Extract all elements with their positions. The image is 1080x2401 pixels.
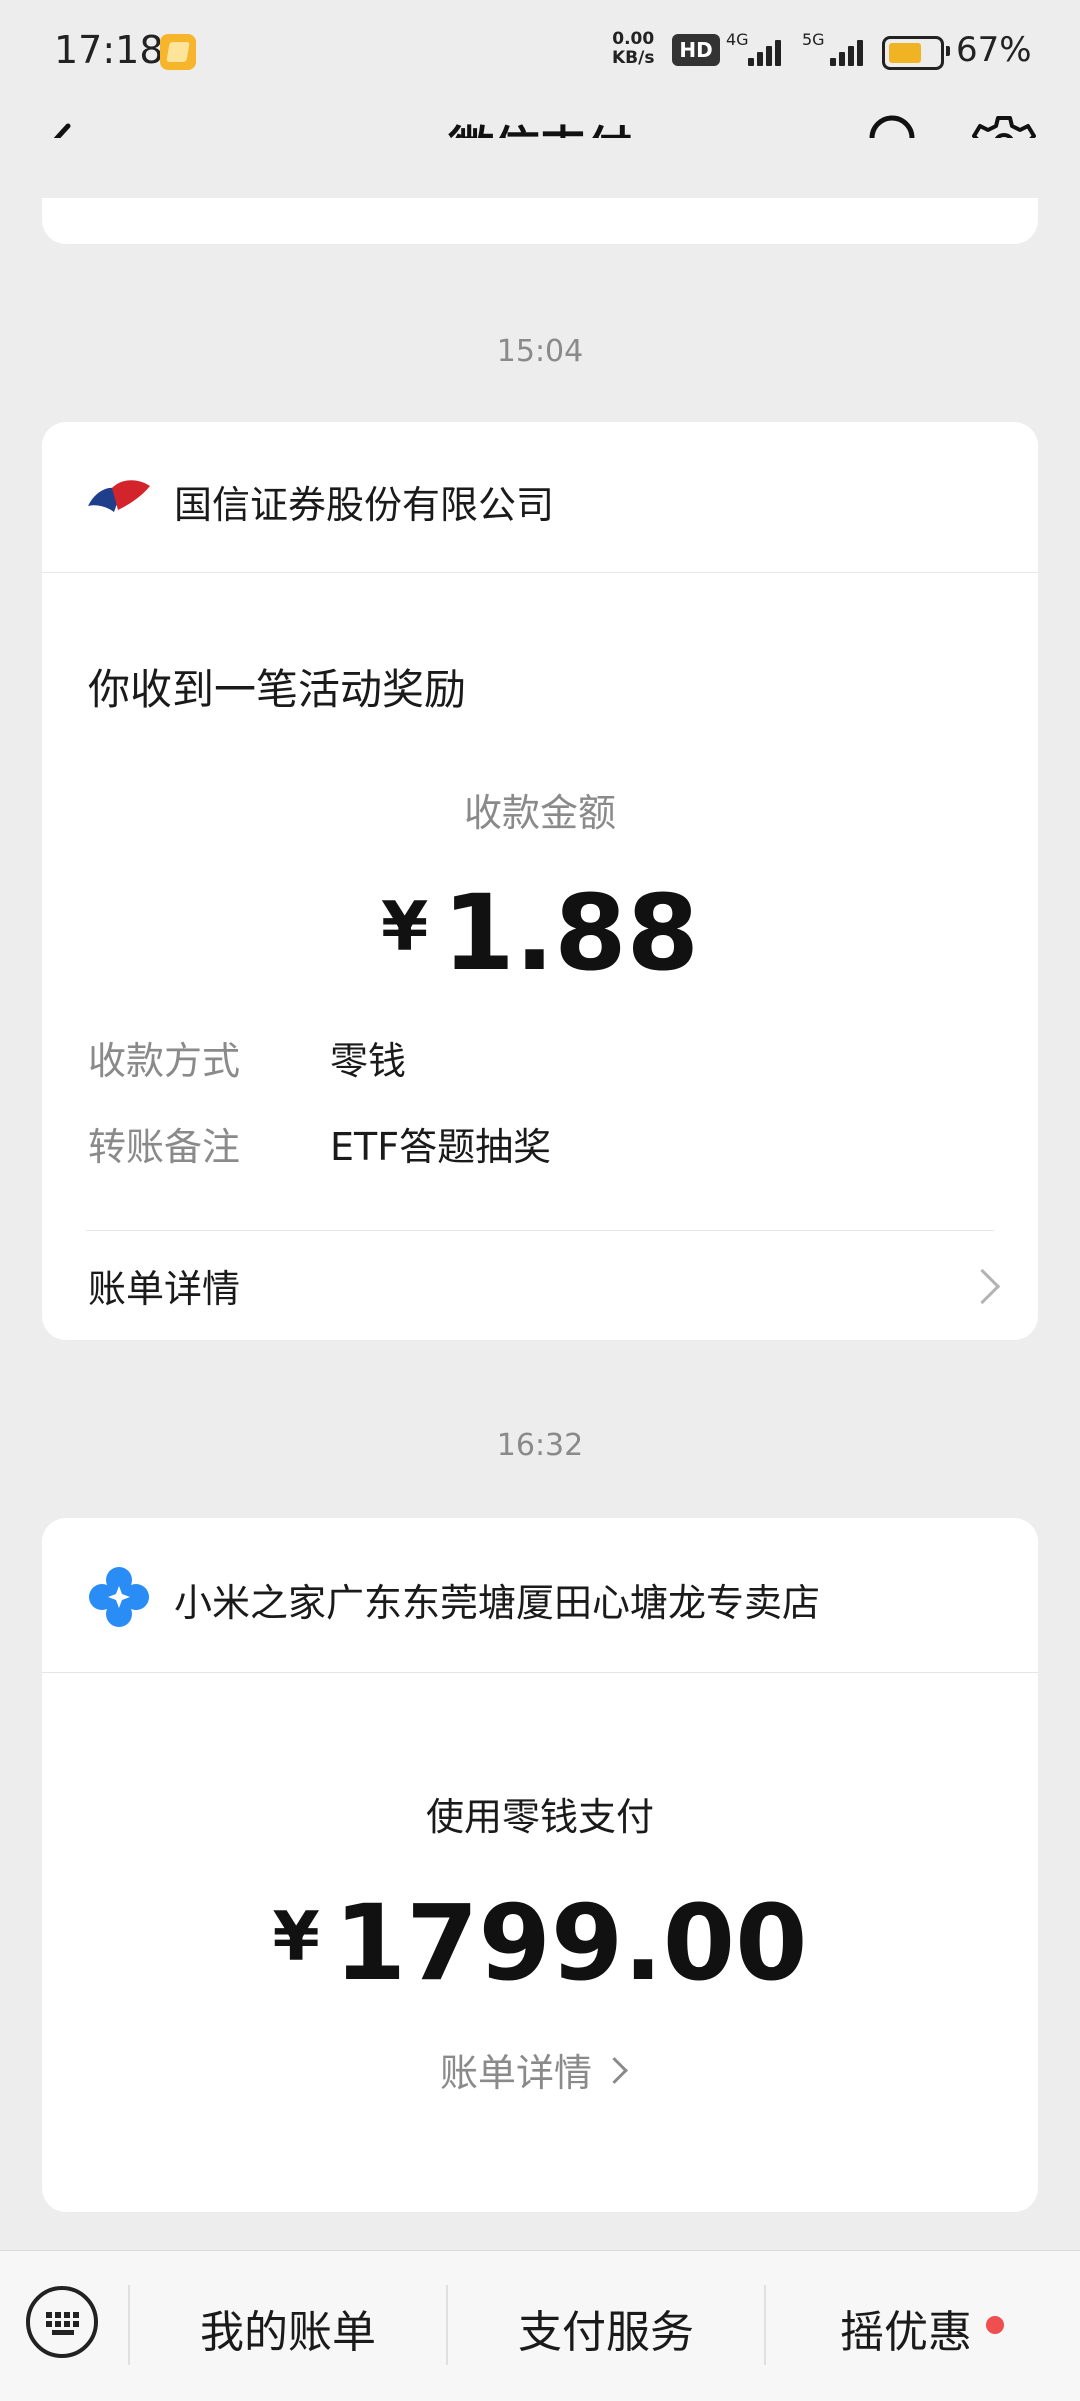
- message-time: 15:04: [496, 334, 584, 369]
- xiaomi-store-logo-icon: [89, 1567, 149, 1627]
- battery-percent: 67%: [956, 30, 1032, 70]
- message-title: 你收到一笔活动奖励: [88, 665, 467, 714]
- network-type-2: 5G: [802, 30, 825, 49]
- field-label: 转账备注: [88, 1125, 241, 1169]
- card-divider: [86, 1230, 994, 1231]
- merchant-logo-guosen: [86, 476, 152, 520]
- bill-detail-link-row[interactable]: 账单详情: [440, 2042, 629, 2102]
- bill-detail-link: 账单详情: [440, 2051, 593, 2095]
- bill-detail-link: 账单详情: [88, 1267, 241, 1311]
- menu-shake-offers[interactable]: 摇优惠: [766, 2296, 1046, 2360]
- status-bar: 17:18 0.00 KB/s HD 4G 5G 67%: [0, 0, 1080, 100]
- keyboard-toggle-button[interactable]: [26, 2286, 98, 2358]
- notification-app-icon: [160, 34, 196, 70]
- currency-symbol: ¥: [272, 1898, 320, 1977]
- signal-icon-2: [830, 36, 863, 66]
- chevron-right-icon: [964, 1268, 1001, 1305]
- menu-my-bills[interactable]: 我的账单: [130, 2296, 446, 2360]
- merchant-name: 国信证券股份有限公司: [174, 483, 555, 527]
- battery-icon: [882, 36, 950, 70]
- currency-symbol: ¥: [381, 888, 429, 967]
- chevron-right-icon: [601, 2057, 629, 2084]
- message-time: 16:32: [496, 1428, 584, 1463]
- unread-dot-badge: [986, 2316, 1004, 2334]
- field-value: ETF答题抽奖: [330, 1125, 552, 1169]
- status-time: 17:18: [54, 28, 164, 72]
- network-speed: 0.00 KB/s: [612, 29, 655, 68]
- field-label: 收款方式: [88, 1039, 241, 1083]
- merchant-name: 小米之家广东东莞塘厦田心塘龙专卖店: [174, 1581, 821, 1625]
- amount-value: 1.88: [442, 872, 699, 994]
- guosen-logo-icon: [88, 480, 150, 512]
- payment-method: 使用零钱支付: [425, 1795, 654, 1839]
- amount-display: ¥1.88: [0, 872, 1080, 994]
- keyboard-icon: [46, 2312, 79, 2335]
- card-divider: [42, 1672, 1038, 1673]
- signal-icon-1: [748, 36, 781, 66]
- bill-detail-row[interactable]: 账单详情: [42, 1232, 1038, 1340]
- network-type-1: 4G: [726, 30, 749, 49]
- menu-payment-services[interactable]: 支付服务: [448, 2296, 764, 2360]
- amount-label: 收款金额: [463, 791, 616, 835]
- field-value: 零钱: [330, 1039, 407, 1083]
- card-divider: [42, 572, 1038, 573]
- merchant-logo-xiaomi: [88, 1566, 150, 1628]
- amount-value: 1799.00: [333, 1882, 808, 2004]
- hd-badge: HD: [672, 34, 720, 66]
- amount-display: ¥1799.00: [0, 1882, 1080, 2004]
